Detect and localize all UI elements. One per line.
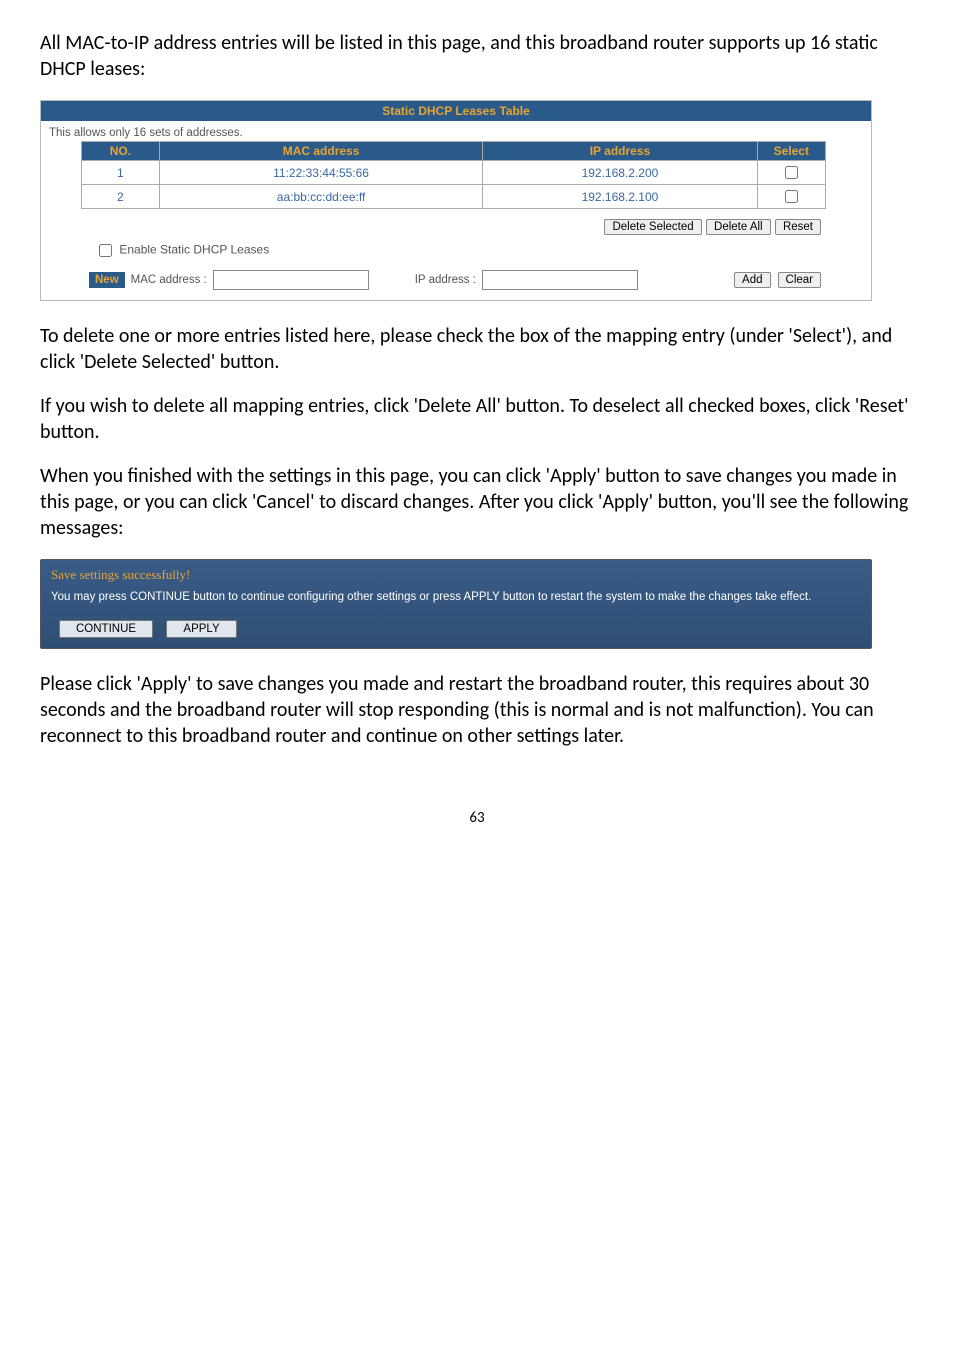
col-mac-header: MAC address — [159, 142, 483, 161]
table-info-line: This allows only 16 sets of addresses. — [41, 121, 871, 141]
save-buttons-row: CONTINUE APPLY — [41, 614, 871, 648]
save-body: You may press CONTINUE button to continu… — [41, 586, 871, 614]
mac-label: MAC address : — [131, 274, 207, 286]
enable-static-row: Enable Static DHCP Leases — [41, 239, 871, 266]
clear-button[interactable]: Clear — [778, 272, 821, 288]
new-entry-row: New MAC address : IP address : Add Clear — [41, 266, 871, 300]
paragraph-delete-all: If you wish to delete all mapping entrie… — [40, 393, 914, 445]
enable-static-checkbox[interactable] — [99, 244, 112, 257]
cell-ip: 192.168.2.100 — [483, 185, 757, 209]
apply-button[interactable]: APPLY — [166, 620, 236, 638]
continue-button[interactable]: CONTINUE — [59, 620, 153, 638]
intro-paragraph: All MAC-to-IP address entries will be li… — [40, 30, 914, 82]
enable-static-label: Enable Static DHCP Leases — [119, 243, 269, 257]
add-button[interactable]: Add — [734, 272, 770, 288]
row-select-checkbox[interactable] — [785, 190, 798, 203]
paragraph-final: Please click 'Apply' to save changes you… — [40, 671, 914, 749]
paragraph-apply-info: When you finished with the settings in t… — [40, 463, 914, 541]
save-heading: Save settings successfully! — [41, 560, 871, 586]
col-select-header: Select — [757, 142, 825, 161]
new-tag: New — [89, 272, 125, 288]
delete-all-button[interactable]: Delete All — [706, 219, 771, 235]
cell-no: 1 — [82, 161, 160, 185]
mac-input[interactable] — [213, 270, 369, 290]
table-row: 2 aa:bb:cc:dd:ee:ff 192.168.2.100 — [82, 185, 826, 209]
ip-label: IP address : — [415, 274, 476, 286]
paragraph-delete-one: To delete one or more entries listed her… — [40, 323, 914, 375]
ip-input[interactable] — [482, 270, 638, 290]
table-buttons-row: Delete Selected Delete All Reset — [41, 213, 871, 239]
col-no-header: NO. — [82, 142, 160, 161]
cell-mac: 11:22:33:44:55:66 — [159, 161, 483, 185]
cell-no: 2 — [82, 185, 160, 209]
delete-selected-button[interactable]: Delete Selected — [604, 219, 701, 235]
static-dhcp-table-panel: Static DHCP Leases Table This allows onl… — [40, 100, 872, 301]
leases-table: NO. MAC address IP address Select 1 11:2… — [81, 141, 826, 209]
reset-button[interactable]: Reset — [775, 219, 821, 235]
col-ip-header: IP address — [483, 142, 757, 161]
table-title: Static DHCP Leases Table — [41, 101, 871, 121]
row-select-checkbox[interactable] — [785, 166, 798, 179]
page-number: 63 — [40, 809, 914, 827]
cell-ip: 192.168.2.200 — [483, 161, 757, 185]
save-settings-panel: Save settings successfully! You may pres… — [40, 559, 872, 649]
table-row: 1 11:22:33:44:55:66 192.168.2.200 — [82, 161, 826, 185]
cell-mac: aa:bb:cc:dd:ee:ff — [159, 185, 483, 209]
